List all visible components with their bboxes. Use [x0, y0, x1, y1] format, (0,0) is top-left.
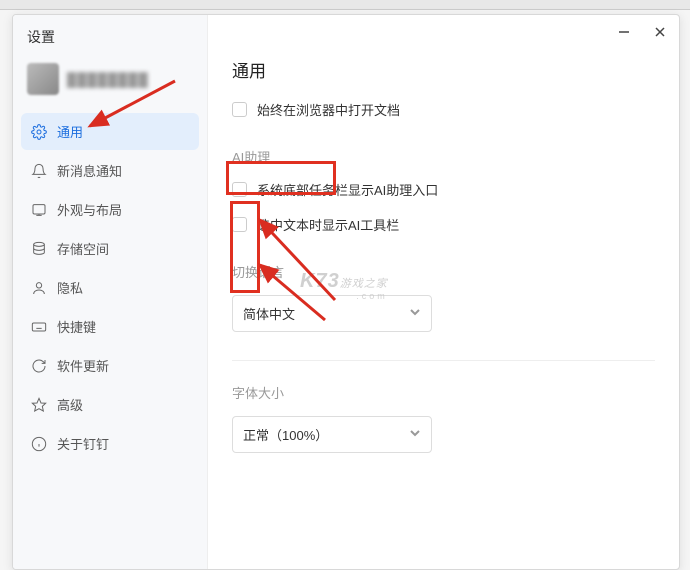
database-icon	[31, 241, 47, 257]
sidebar-item-shortcuts[interactable]: 快捷键	[21, 308, 199, 345]
section-language: 切换语言 简体中文	[232, 262, 655, 332]
ai-text-toolbar-row: 选中文本时显示AI工具栏	[232, 215, 655, 234]
keyboard-icon	[31, 319, 47, 335]
ai-taskbar-checkbox[interactable]	[232, 182, 247, 197]
language-value: 简体中文	[243, 304, 295, 323]
bell-icon	[31, 163, 47, 179]
sidebar-item-advanced[interactable]: 高级	[21, 386, 199, 423]
star-icon	[31, 397, 47, 413]
minimize-button[interactable]	[615, 23, 633, 41]
background-toolbar-remnant	[0, 0, 690, 10]
sidebar-item-label: 快捷键	[57, 317, 96, 336]
language-section-title: 切换语言	[232, 262, 655, 281]
sidebar-item-label: 隐私	[57, 278, 83, 297]
section-general-top: 始终在浏览器中打开文档	[232, 100, 655, 119]
sidebar-item-label: 存储空间	[57, 239, 109, 258]
info-icon	[31, 436, 47, 452]
close-button[interactable]	[651, 23, 669, 41]
ai-section-title: AI助理	[232, 147, 655, 166]
open-in-browser-checkbox[interactable]	[232, 102, 247, 117]
sidebar: 设置 ████████ 通用 新消息通知 外观	[13, 15, 208, 569]
font-section-title: 字体大小	[232, 383, 655, 402]
chevron-down-icon	[409, 427, 421, 442]
settings-window: 设置 ████████ 通用 新消息通知 外观	[12, 14, 680, 570]
ai-text-toolbar-label: 选中文本时显示AI工具栏	[257, 215, 399, 234]
ai-taskbar-label: 系统底部任务栏显示AI助理入口	[257, 180, 438, 199]
sidebar-item-appearance[interactable]: 外观与布局	[21, 191, 199, 228]
palette-icon	[31, 202, 47, 218]
language-select[interactable]: 简体中文	[232, 295, 432, 332]
chevron-down-icon	[409, 306, 421, 321]
font-value: 正常（100%）	[243, 425, 328, 444]
sidebar-item-about[interactable]: 关于钉钉	[21, 425, 199, 462]
sidebar-item-label: 高级	[57, 395, 83, 414]
sidebar-item-label: 外观与布局	[57, 200, 122, 219]
section-ai: AI助理 系统底部任务栏显示AI助理入口 选中文本时显示AI工具栏	[232, 147, 655, 234]
ai-taskbar-row: 系统底部任务栏显示AI助理入口	[232, 180, 655, 199]
sidebar-item-label: 关于钉钉	[57, 434, 109, 453]
sidebar-item-label: 通用	[57, 122, 83, 141]
avatar	[27, 63, 59, 95]
sidebar-item-notification[interactable]: 新消息通知	[21, 152, 199, 189]
sidebar-item-general[interactable]: 通用	[21, 113, 199, 150]
page-title: 通用	[232, 15, 655, 100]
sidebar-item-label: 新消息通知	[57, 161, 122, 180]
person-icon	[31, 280, 47, 296]
font-size-select[interactable]: 正常（100%）	[232, 416, 432, 453]
user-block[interactable]: ████████	[13, 55, 207, 109]
divider	[232, 360, 655, 361]
sidebar-nav: 通用 新消息通知 外观与布局 存储空间	[13, 109, 207, 466]
sidebar-item-update[interactable]: 软件更新	[21, 347, 199, 384]
refresh-icon	[31, 358, 47, 374]
main-panel: 通用 始终在浏览器中打开文档 AI助理 系统底部任务栏显示AI助理入口 选中文本…	[208, 15, 679, 569]
sidebar-item-label: 软件更新	[57, 356, 109, 375]
window-title: 设置	[13, 15, 207, 55]
open-in-browser-row: 始终在浏览器中打开文档	[232, 100, 655, 119]
gear-icon	[31, 124, 47, 140]
sidebar-item-storage[interactable]: 存储空间	[21, 230, 199, 267]
window-controls	[615, 23, 669, 41]
ai-text-toolbar-checkbox[interactable]	[232, 217, 247, 232]
user-display-name: ████████	[67, 72, 149, 87]
open-in-browser-label: 始终在浏览器中打开文档	[257, 100, 400, 119]
sidebar-item-privacy[interactable]: 隐私	[21, 269, 199, 306]
section-font: 字体大小 正常（100%）	[232, 383, 655, 453]
